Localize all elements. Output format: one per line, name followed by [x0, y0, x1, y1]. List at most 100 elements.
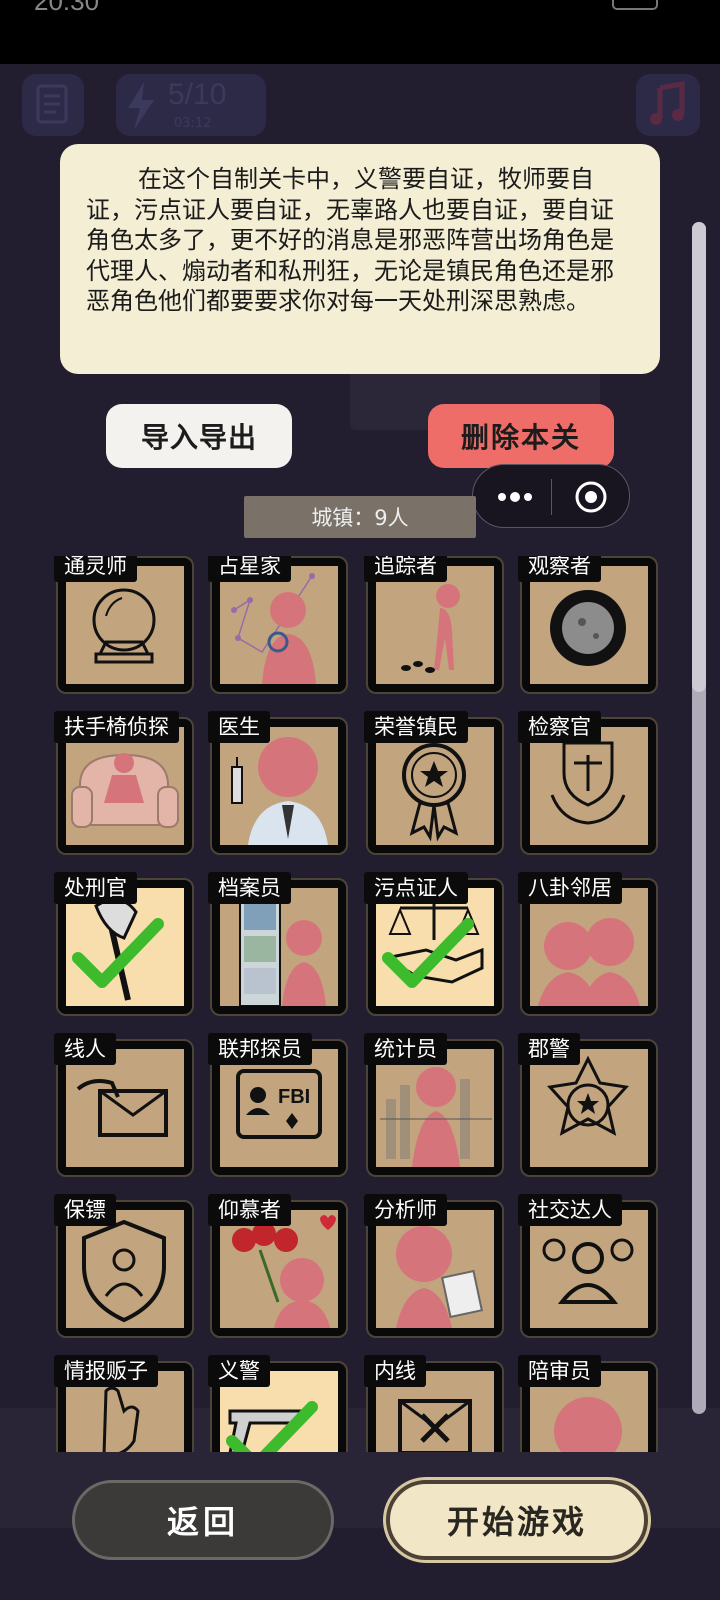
role-card[interactable]: 保镖	[54, 1194, 194, 1338]
envelope-icon	[76, 1079, 168, 1137]
role-label: 档案员	[208, 872, 291, 904]
role-card[interactable]: 社交达人	[518, 1194, 658, 1338]
role-art	[376, 727, 494, 845]
miniprogram-capsule	[472, 464, 630, 528]
role-label: 分析师	[364, 1194, 447, 1226]
role-art	[530, 1049, 648, 1167]
lightning-icon	[128, 82, 154, 130]
role-label: 统计员	[364, 1033, 447, 1065]
armchair-icon	[71, 753, 179, 828]
role-card[interactable]: 观察者	[518, 556, 658, 694]
scrollbar-thumb[interactable]	[692, 222, 706, 692]
sheriff-star-icon	[547, 1055, 629, 1136]
role-art	[530, 888, 648, 1006]
role-card[interactable]: FBI 联邦探员	[208, 1033, 348, 1177]
role-label: 保镖	[54, 1194, 116, 1226]
role-label: 线人	[54, 1033, 116, 1065]
role-art	[376, 1210, 494, 1328]
energy-timer: 03:12	[174, 116, 212, 131]
level-description-panel: 在这个自制关卡中，义警要自证，牧师要自证，污点证人要自证，无辜路人也要自证，要自…	[60, 144, 660, 374]
music-icon	[636, 74, 700, 136]
scrollbar[interactable]	[692, 222, 706, 1414]
role-art	[530, 566, 648, 684]
bookshelf-icon	[239, 897, 326, 1006]
role-label: 仰慕者	[208, 1194, 291, 1226]
role-art	[376, 888, 494, 1006]
role-art	[66, 566, 184, 684]
role-card[interactable]: 八卦邻居	[518, 872, 658, 1016]
role-card[interactable]: 处刑官	[54, 872, 194, 1016]
role-label: 社交达人	[518, 1194, 622, 1226]
role-label: 医生	[208, 711, 270, 743]
role-label: 扶手椅侦探	[54, 711, 179, 743]
role-card[interactable]: 扶手椅侦探	[54, 711, 194, 855]
role-label: 处刑官	[54, 872, 137, 904]
role-art	[376, 566, 494, 684]
role-card[interactable]: 占星家	[208, 556, 348, 694]
battery-icon	[612, 0, 658, 10]
close-miniprogram-icon[interactable]	[565, 479, 617, 515]
constellation-icon	[231, 573, 316, 684]
start-game-button[interactable]: 开始游戏	[386, 1480, 648, 1560]
role-label: 占星家	[208, 556, 291, 582]
fbi-badge-icon: FBI	[236, 1069, 322, 1139]
town-count: 城镇：9人	[244, 496, 476, 538]
role-card[interactable]: 仰慕者	[208, 1194, 348, 1338]
role-label: 内线	[364, 1355, 426, 1387]
bar-chart-icon	[380, 1067, 492, 1167]
energy-display: 5/10 03:12	[116, 74, 266, 136]
role-card[interactable]: 医生	[208, 711, 348, 855]
group-icon	[542, 1238, 634, 1304]
role-card[interactable]: 追踪者	[364, 556, 504, 694]
role-art	[220, 727, 338, 845]
crystal-ball-icon	[92, 588, 156, 664]
import-export-button[interactable]: 导入导出	[106, 404, 292, 468]
role-card[interactable]: 情报贩子	[54, 1355, 194, 1452]
axe-icon	[72, 897, 164, 1001]
role-card[interactable]: 通灵师	[54, 556, 194, 694]
role-art	[66, 888, 184, 1006]
energy-count: 5/10	[168, 78, 227, 111]
role-card[interactable]: 污点证人	[364, 872, 504, 1016]
delete-level-button[interactable]: 删除本关	[428, 404, 614, 468]
role-art	[66, 727, 184, 845]
status-bar: 20:30	[0, 0, 720, 64]
svg-text:FBI: FBI	[278, 1086, 310, 1108]
role-card[interactable]: 陪审员	[518, 1355, 658, 1452]
role-art	[530, 727, 648, 845]
role-card[interactable]: 郡警	[518, 1033, 658, 1177]
scales-handshake-icon	[381, 898, 484, 988]
role-card[interactable]: 荣誉镇民	[364, 711, 504, 855]
role-label: 义警	[208, 1355, 270, 1387]
back-button[interactable]: 返回	[72, 1480, 334, 1560]
notes-icon	[22, 74, 84, 136]
whisper-icon	[538, 918, 640, 1006]
role-card[interactable]: 检察官	[518, 711, 658, 855]
role-card[interactable]: 分析师	[364, 1194, 504, 1338]
role-label: 追踪者	[364, 556, 447, 582]
role-label: 荣誉镇民	[364, 711, 468, 743]
role-card[interactable]: 内线	[364, 1355, 504, 1452]
role-card[interactable]: 线人	[54, 1033, 194, 1177]
role-label: 观察者	[518, 556, 601, 582]
role-art	[376, 1049, 494, 1167]
role-label: 郡警	[518, 1033, 580, 1065]
role-art	[220, 888, 338, 1006]
role-card[interactable]: 统计员	[364, 1033, 504, 1177]
role-grid: 通灵师 占星家 追踪者 观察者扶手椅侦探 医生 荣誉镇民 检察官处刑官 档案员 污点证人 八卦邻居…	[0, 556, 720, 1452]
role-card[interactable]: 档案员	[208, 872, 348, 1016]
role-art	[220, 1210, 338, 1328]
bodyguard-shield-icon	[82, 1219, 166, 1323]
role-label: 联邦探员	[208, 1033, 312, 1065]
analyst-paper-icon	[396, 1226, 483, 1328]
role-art: FBI	[220, 1049, 338, 1167]
role-art	[220, 566, 338, 684]
medal-icon	[402, 743, 466, 842]
role-card[interactable]: 义警	[208, 1355, 348, 1452]
role-label: 情报贩子	[54, 1355, 158, 1387]
role-art	[66, 1049, 184, 1167]
capsule-divider	[551, 479, 552, 515]
justice-shield-icon	[550, 741, 626, 825]
more-options-icon[interactable]	[485, 479, 543, 515]
role-art	[66, 1210, 184, 1328]
